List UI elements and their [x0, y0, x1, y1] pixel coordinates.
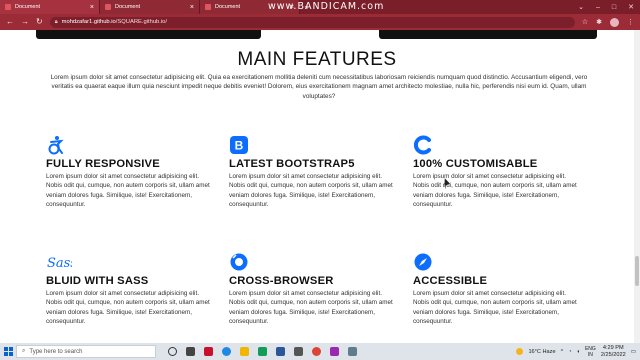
- close-window-icon[interactable]: ✕: [628, 3, 634, 11]
- browser-tab-1[interactable]: Document ×: [0, 0, 100, 14]
- feature-title: ACCESSIBLE: [413, 275, 488, 287]
- feature-fully-responsive: FULLY RESPONSIVE Lorem ipsum dolor sit a…: [46, 135, 216, 209]
- sass-logo-text: Sass: [47, 256, 72, 271]
- feature-latest-bootstrap: B LATEST BOOTSTRAP5 Lorem ipsum dolor si…: [229, 135, 399, 209]
- weather-icon[interactable]: [516, 348, 524, 355]
- os-taskbar: ⌕ Type here to search 16°C Haze ^ ◔ ◖ EN…: [0, 343, 640, 360]
- favicon-icon: [105, 4, 111, 10]
- profile-avatar[interactable]: [610, 17, 619, 27]
- tab-search-icon[interactable]: ⌄: [578, 3, 584, 11]
- feature-text: Lorem ipsum dolor sit amet consectetur a…: [46, 173, 210, 208]
- feature-title: 100% CUSTOMISABLE: [413, 158, 538, 170]
- task-view-icon[interactable]: [186, 347, 195, 356]
- feature-cross-browser: CROSS-BROWSER Lorem ipsum dolor sit amet…: [229, 252, 399, 326]
- system-tray: 16°C Haze ^ ◔ ◖ ENG IN 4:29 PM 2/25/2022…: [516, 345, 640, 358]
- cross-browser-icon: [230, 253, 248, 271]
- cortana-icon[interactable]: [168, 347, 177, 356]
- forward-icon[interactable]: →: [21, 18, 29, 26]
- volume-icon[interactable]: ◖: [577, 349, 580, 355]
- scrollbar-thumb[interactable]: [635, 256, 639, 286]
- window-controls: ⌄ – □ ✕: [578, 0, 634, 14]
- minimize-icon[interactable]: –: [596, 4, 600, 11]
- feature-text: Lorem ipsum dolor sit amet consectetur a…: [229, 173, 393, 208]
- tab-label: Document: [115, 4, 141, 10]
- tab-label: Document: [15, 4, 41, 10]
- feature-text: Lorem ipsum dolor sit amet consectetur a…: [229, 290, 393, 325]
- feature-customisable: 100% CUSTOMISABLE Lorem ipsum dolor sit …: [413, 135, 583, 209]
- url-host: mohdzafar1.github.io: [61, 19, 116, 25]
- dark-card-bottom: [379, 30, 597, 39]
- browser-tab-2[interactable]: Document ×: [100, 0, 200, 14]
- start-button[interactable]: [0, 343, 16, 360]
- close-tab-icon[interactable]: ×: [90, 4, 94, 11]
- customise-icon: [413, 135, 431, 155]
- feature-title: FULLY RESPONSIVE: [46, 158, 160, 170]
- maximize-icon[interactable]: □: [612, 4, 616, 11]
- store-icon[interactable]: [258, 347, 267, 356]
- sass-icon: Sass: [47, 256, 72, 271]
- address-bar: ← → ↻ 🔒︎ mohdzafar1.github.io/SQUARE.git…: [0, 14, 640, 30]
- app-icon[interactable]: [330, 347, 339, 356]
- dark-card-bottom: [36, 30, 261, 39]
- media-icon[interactable]: [294, 347, 303, 356]
- lock-icon: 🔒︎: [54, 18, 58, 25]
- bootstrap-icon: B: [230, 136, 248, 154]
- mcafee-icon[interactable]: [204, 347, 213, 356]
- star-icon[interactable]: ☆: [582, 18, 588, 26]
- url-path: /SQUARE.github.io/: [115, 19, 168, 25]
- app-icon[interactable]: [348, 347, 357, 356]
- accessibility-icon: [48, 136, 64, 155]
- weather-text[interactable]: 16°C Haze: [528, 349, 555, 355]
- taskbar-search[interactable]: ⌕ Type here to search: [16, 345, 156, 358]
- tray-chevron-icon[interactable]: ^: [561, 349, 564, 355]
- file-explorer-icon[interactable]: [240, 347, 249, 356]
- search-icon: ⌕: [22, 348, 26, 354]
- feature-text: Lorem ipsum dolor sit amet consectetur a…: [413, 290, 577, 325]
- section-intro: Lorem ipsum dolor sit amet consectetur a…: [50, 74, 588, 100]
- web-page: MAIN FEATURES Lorem ipsum dolor sit amet…: [0, 30, 634, 343]
- close-tab-icon[interactable]: ×: [190, 4, 194, 11]
- taskbar-clock[interactable]: 4:29 PM 2/25/2022: [601, 345, 626, 358]
- vscode-icon[interactable]: [276, 347, 285, 356]
- windows-logo-icon: [3, 347, 13, 356]
- notification-icon[interactable]: ▭: [631, 349, 636, 355]
- svg-text:B: B: [235, 139, 244, 153]
- edge-icon[interactable]: [222, 347, 231, 356]
- url-field[interactable]: 🔒︎ mohdzafar1.github.io/SQUARE.github.io…: [49, 16, 575, 28]
- favicon-icon: [5, 4, 11, 10]
- feature-accessible: ACCESSIBLE Lorem ipsum dolor sit amet co…: [413, 252, 583, 326]
- compass-icon: [414, 253, 432, 271]
- feature-text: Lorem ipsum dolor sit amet consectetur a…: [413, 173, 577, 208]
- network-icon[interactable]: ◔: [568, 349, 571, 355]
- back-icon[interactable]: ←: [6, 18, 14, 26]
- recording-watermark: www.BANDICAM.com: [268, 1, 385, 12]
- clock-date: 2/25/2022: [600, 351, 626, 358]
- section-title: MAIN FEATURES: [237, 49, 397, 70]
- chrome-icon[interactable]: [312, 347, 321, 356]
- feature-title: BLUID WITH SASS: [46, 275, 149, 287]
- extensions-icon[interactable]: ✱: [596, 18, 602, 26]
- lang-region: IN: [587, 351, 593, 358]
- feature-title: LATEST BOOTSTRAP5: [229, 158, 355, 170]
- feature-build-with-sass: Sass BLUID WITH SASS Lorem ipsum dolor s…: [46, 252, 216, 326]
- toolbar-icons: ☆ ✱ ⋮: [582, 17, 634, 27]
- language-indicator[interactable]: ENG IN: [585, 346, 596, 358]
- feature-title: CROSS-BROWSER: [229, 275, 334, 287]
- feature-text: Lorem ipsum dolor sit amet consectetur a…: [46, 290, 210, 325]
- clock-time: 4:29 PM: [602, 345, 624, 351]
- menu-icon[interactable]: ⋮: [627, 18, 634, 26]
- favicon-icon: [205, 4, 211, 10]
- page-scrollbar[interactable]: [634, 30, 640, 343]
- reload-icon[interactable]: ↻: [36, 18, 43, 26]
- search-placeholder: Type here to search: [29, 348, 83, 355]
- pinned-apps: [168, 347, 357, 356]
